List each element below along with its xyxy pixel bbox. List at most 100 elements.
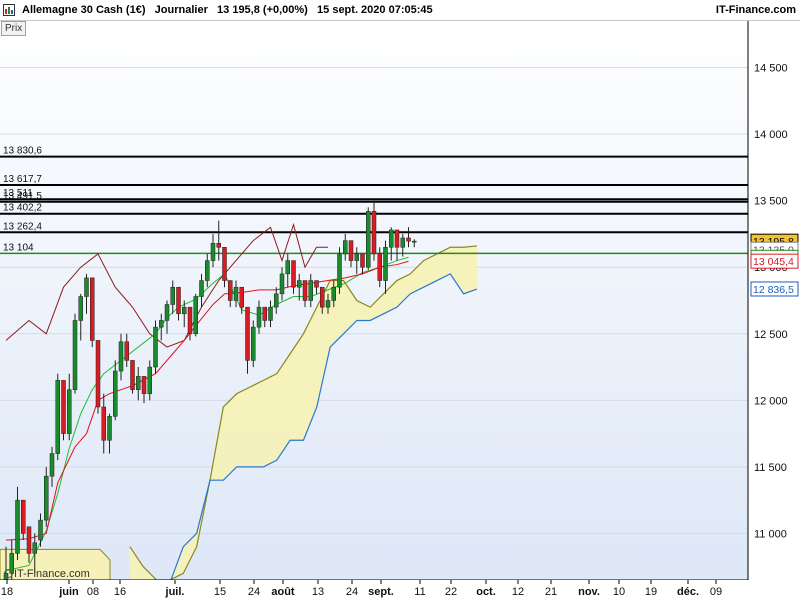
candle-body[interactable] — [354, 253, 359, 261]
panel-label-prix[interactable]: Prix — [1, 21, 27, 36]
candle-body[interactable] — [44, 475, 49, 521]
candle-body[interactable] — [308, 280, 313, 301]
candle-body[interactable] — [164, 304, 170, 321]
y-tick-label: 13 500 — [754, 196, 788, 208]
candle-body[interactable] — [199, 280, 204, 297]
candle-body[interactable] — [331, 286, 336, 301]
x-tick-label: juin — [58, 586, 79, 598]
candle-body[interactable] — [136, 376, 141, 390]
candle-body[interactable] — [90, 277, 95, 341]
candle-body[interactable] — [21, 499, 26, 534]
candle-body[interactable] — [371, 211, 377, 255]
candle-body[interactable] — [147, 366, 152, 394]
candle-body[interactable] — [55, 380, 60, 454]
candle-body[interactable] — [314, 280, 319, 288]
candle-body[interactable] — [291, 260, 296, 288]
candle-body[interactable] — [285, 260, 290, 275]
candle-body[interactable] — [78, 296, 83, 321]
watermark-icon — [4, 569, 13, 578]
x-tick-label: sept. — [368, 586, 394, 598]
candle-body[interactable] — [32, 542, 37, 554]
candle-body[interactable] — [360, 253, 365, 268]
candle-body[interactable] — [72, 320, 78, 390]
candle-body[interactable] — [95, 340, 101, 408]
candle-body[interactable] — [182, 306, 187, 315]
plot-background — [0, 21, 748, 580]
x-tick-label: 22 — [445, 586, 457, 598]
candle-body[interactable] — [394, 229, 400, 248]
x-tick-label: juil. — [165, 586, 185, 598]
x-tick-label: 24 — [248, 586, 260, 598]
candle-body[interactable] — [268, 306, 273, 321]
candle-body[interactable] — [205, 260, 210, 281]
x-tick-label: 16 — [114, 586, 126, 598]
brand-label: IT-Finance.com — [715, 4, 796, 16]
candle-body[interactable] — [233, 286, 239, 301]
price-chart[interactable]: 11 00011 50012 00012 50013 00013 50014 0… — [0, 20, 800, 600]
candle-body[interactable] — [176, 286, 181, 315]
x-tick-label: août — [271, 586, 295, 598]
candle-body[interactable] — [302, 280, 308, 301]
candle-body[interactable] — [325, 300, 331, 308]
candle-body[interactable] — [377, 253, 382, 281]
candle-body[interactable] — [389, 229, 394, 248]
candle-body[interactable] — [124, 341, 129, 361]
chart-app-icon[interactable] — [3, 4, 15, 16]
y-tick-label: 11 000 — [754, 528, 787, 540]
x-tick-label: 11 — [414, 586, 425, 598]
candle-body[interactable] — [61, 380, 66, 434]
candle-body[interactable] — [251, 326, 256, 361]
candle-body[interactable] — [348, 240, 354, 261]
candle-body[interactable] — [366, 211, 371, 268]
candle-body[interactable] — [228, 280, 233, 301]
candle-body[interactable] — [107, 416, 112, 441]
x-tick-label: 13 — [312, 586, 324, 598]
candle-body[interactable] — [406, 237, 411, 242]
candle-body[interactable] — [239, 286, 244, 308]
candle-body[interactable] — [216, 243, 221, 248]
candle-body[interactable] — [159, 320, 164, 328]
horizontal-level-label: 13 262,4 — [3, 221, 42, 232]
candle-body[interactable] — [15, 499, 20, 554]
candle-body[interactable] — [84, 277, 89, 297]
candle-body[interactable] — [412, 240, 417, 243]
candle-body[interactable] — [113, 370, 118, 417]
candle-body[interactable] — [118, 341, 124, 372]
candle-body[interactable] — [222, 247, 227, 281]
candle-body[interactable] — [400, 237, 405, 248]
price-badge-label: 13 045,4 — [753, 256, 794, 268]
quote-datetime: 15 sept. 2020 07:05:45 — [317, 4, 433, 16]
candle-body[interactable] — [170, 286, 175, 305]
candle-body[interactable] — [245, 306, 250, 361]
candle-body[interactable] — [343, 240, 348, 255]
price-badge-label: 12 836,5 — [753, 284, 794, 296]
x-tick-label: 21 — [545, 586, 557, 598]
candle-body[interactable] — [274, 293, 279, 308]
y-tick-label: 11 500 — [754, 462, 787, 474]
candle-body[interactable] — [193, 296, 198, 335]
y-tick-label: 14 500 — [754, 63, 788, 75]
candle-body[interactable] — [67, 389, 72, 434]
candle-body[interactable] — [130, 360, 135, 390]
candle-body[interactable] — [262, 306, 267, 321]
candle-body[interactable] — [383, 247, 388, 281]
x-tick-label: 08 — [87, 586, 99, 598]
candle-body[interactable] — [337, 253, 342, 288]
horizontal-level-label: 13 830,6 — [3, 146, 42, 157]
candle-body[interactable] — [210, 243, 216, 261]
candle-body[interactable] — [101, 406, 106, 441]
candle-body[interactable] — [297, 280, 302, 288]
candle-body[interactable] — [279, 273, 285, 295]
candle-body[interactable] — [153, 326, 158, 368]
last-quote: 13 195,8 (+0,00%) — [217, 4, 308, 16]
candle-body[interactable] — [187, 306, 193, 335]
timeframe: Journalier — [154, 4, 208, 16]
x-tick-label: 10 — [613, 586, 625, 598]
horizontal-level-label: 13 402,2 — [3, 203, 42, 214]
candle-body[interactable] — [141, 376, 147, 394]
candle-body[interactable] — [320, 286, 325, 308]
candle-body[interactable] — [49, 453, 55, 477]
candle-body[interactable] — [38, 519, 43, 541]
candle-body[interactable] — [26, 526, 32, 554]
candle-body[interactable] — [256, 306, 262, 328]
